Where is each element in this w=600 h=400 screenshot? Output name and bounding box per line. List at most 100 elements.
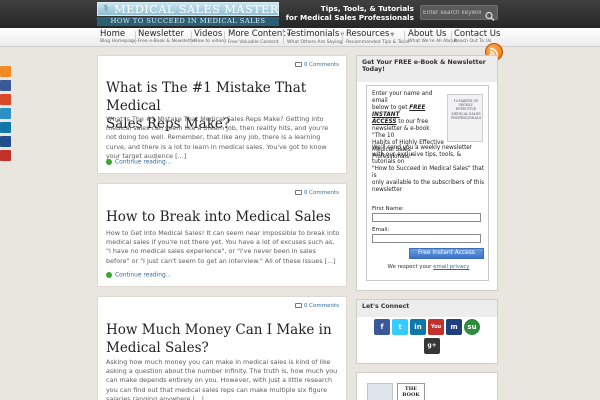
search-icon <box>485 11 495 21</box>
post-comments-link[interactable]: 0 Comments <box>294 303 339 309</box>
nav-label: Testimonials▼ <box>287 29 344 40</box>
logo-title: MEDICAL SALES MASTERY <box>114 3 278 16</box>
nav-label-text: More Content <box>228 29 286 39</box>
ebook-cover-image: 10 HABITS OF HIGHLY EFFECTIVE MEDICAL SA… <box>447 94 483 142</box>
nav-item-more-content[interactable]: More Content▼ Free Valuable Content <box>228 29 290 46</box>
nav-sublabel: Recommended Tips & Tools <box>346 40 410 45</box>
google-plus-icon[interactable]: g+ <box>424 338 440 354</box>
text-span: We respect your <box>387 264 434 270</box>
text-span: The 10 <box>374 133 395 139</box>
search-box <box>420 5 498 21</box>
post-title[interactable]: How to Break into Medical Sales <box>106 208 331 226</box>
nav-label: More Content▼ <box>228 29 290 40</box>
post-title-line: How to Break into Medical Sales <box>106 209 331 225</box>
nav-label: Resources▼ <box>346 29 401 40</box>
continue-reading-link[interactable]: Continue reading... <box>106 159 171 166</box>
optin-form: Enter your name and email below to get F… <box>366 85 489 281</box>
nav-sublabel: Free Valuable Content <box>228 40 279 45</box>
optin-text-line: newsletter & e-book "The 10 <box>372 126 444 140</box>
search-input[interactable] <box>423 7 481 18</box>
post-title-line: How Much Money Can I Make in <box>106 322 332 338</box>
nav-item-home[interactable]: Home Blog Homepage <box>100 29 137 46</box>
connect-widget: Let's Connect f t in You m su g+ <box>356 299 498 364</box>
newsletter-widget: Get Your FREE e-Book & Newsletter Today!… <box>356 55 498 291</box>
nav-label: Videos <box>194 29 223 39</box>
books-widget: THE BOOK <box>356 372 498 400</box>
widget-title-line: Today! <box>362 66 385 73</box>
delicious-icon[interactable] <box>0 136 11 147</box>
nav-sublabel: What We're All About <box>408 39 457 44</box>
blog-post: 0 Comments How Much Money Can I Make in … <box>97 296 347 400</box>
logo-banner: ⚕ MEDICAL SALES MASTERY <box>97 2 279 16</box>
continue-reading-link[interactable]: Continue reading... <box>106 272 171 279</box>
nav-divider <box>342 31 343 44</box>
nav-label: Newsletter <box>138 29 184 39</box>
nav-item-testimonials[interactable]: Testimonials▼ What Others Are Saying <box>287 29 344 46</box>
optin-text-line: newsletter <box>372 187 403 193</box>
comment-icon <box>294 62 302 67</box>
nav-item-resources[interactable]: Resources▼ Recommended Tips & Tools <box>346 29 410 46</box>
widget-title-line: Get Your FREE e-Book & Newsletter <box>362 59 486 66</box>
nav-divider <box>224 31 225 44</box>
post-excerpt: Asking how much money you can make in me… <box>106 358 338 400</box>
continue-label: Continue reading... <box>115 272 172 279</box>
email-privacy-link[interactable]: email privacy <box>433 264 469 270</box>
comment-icon <box>294 303 302 308</box>
google-plus-icon[interactable] <box>0 94 11 105</box>
email-field[interactable] <box>372 234 481 243</box>
nav-divider <box>404 31 405 44</box>
facebook-icon[interactable] <box>0 80 11 91</box>
arrow-icon <box>106 272 112 278</box>
text-span: below to get <box>372 105 410 111</box>
rss-icon[interactable] <box>0 66 11 77</box>
nav-sublabel: What Others Are Saying <box>287 40 343 45</box>
optin-text-line: Enter your name and email <box>372 91 433 104</box>
first-name-field[interactable] <box>372 213 481 222</box>
optin-text-line: below to get FREE INSTANT <box>372 105 444 119</box>
optin-text-line: We'll send you a weekly newsletter <box>372 145 473 151</box>
optin-body: We'll send you a weekly newsletter with … <box>372 145 486 194</box>
nav-label: Contact Us <box>454 29 501 39</box>
nav-sublabel: How to videos <box>194 39 227 44</box>
myspace-icon[interactable]: m <box>446 319 462 335</box>
privacy-note: We respect your email privacy <box>372 264 485 270</box>
site-logo[interactable]: ⚕ MEDICAL SALES MASTERY HOW TO SUCCEED I… <box>97 2 279 26</box>
text-span: to our free <box>396 119 429 125</box>
post-comments-link[interactable]: 0 Comments <box>294 190 339 196</box>
linkedin-icon[interactable] <box>0 122 11 133</box>
continue-label: Continue reading... <box>115 159 172 166</box>
main-nav: Home Blog Homepage Newsletter Free e-Boo… <box>0 28 600 47</box>
youtube-icon[interactable]: You <box>428 319 444 335</box>
book-cover-image[interactable] <box>367 383 393 400</box>
emphasis-text: ACCESS <box>372 119 397 125</box>
search-button[interactable] <box>484 7 496 21</box>
nav-item-newsletter[interactable]: Newsletter Free e-Book & Newsletter <box>138 29 196 46</box>
book-cover-image[interactable]: THE BOOK <box>397 383 425 400</box>
optin-text-line: "How to Succeed in Medical Sales" that i… <box>372 166 484 179</box>
post-title[interactable]: How Much Money Can I Make in Medical Sal… <box>106 321 332 357</box>
post-excerpt: What is The #1 Mistake That Medical Sale… <box>106 115 329 160</box>
widget-title: Let's Connect <box>357 300 497 317</box>
blog-post: 0 Comments How to Break into Medical Sal… <box>97 183 347 287</box>
twitter-icon[interactable] <box>0 108 11 119</box>
twitter-icon[interactable]: t <box>392 319 408 335</box>
nav-item-videos[interactable]: Videos How to videos <box>194 29 227 46</box>
post-comments-link[interactable]: 0 Comments <box>294 62 339 68</box>
facebook-icon[interactable]: f <box>374 319 390 335</box>
nav-divider <box>191 31 192 44</box>
free-instant-access-button[interactable]: Free Instant Access <box>409 248 484 259</box>
youtube-icon[interactable] <box>0 150 11 161</box>
site-tagline: Tips, Tools, & Tutorials for Medical Sal… <box>282 4 414 22</box>
linkedin-icon[interactable]: in <box>410 319 426 335</box>
optin-text-line: only available to the subscribers of thi… <box>372 180 485 186</box>
nav-item-about-us[interactable]: About Us What We're All About <box>408 29 457 46</box>
nav-divider <box>135 31 136 44</box>
ebook-cover-text: 10 HABITS OF HIGHLY EFFECTIVE MEDICAL SA… <box>451 99 482 120</box>
optin-text-line: with our exclusive tips, tools, & tutori… <box>372 152 462 165</box>
widget-title: Get Your FREE e-Book & Newsletter Today! <box>357 56 497 82</box>
comments-count: 0 Comments <box>303 62 339 68</box>
comments-count: 0 Comments <box>303 190 339 196</box>
floating-share-bar <box>0 66 13 164</box>
nav-label-text: Resources <box>346 29 390 39</box>
stumbleupon-icon[interactable]: su <box>464 319 480 335</box>
